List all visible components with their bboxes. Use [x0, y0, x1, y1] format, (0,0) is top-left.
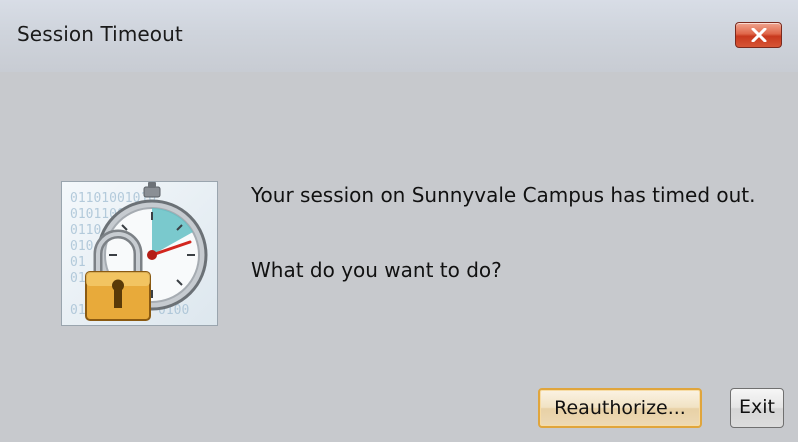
- close-icon: [751, 28, 767, 42]
- close-button[interactable]: [735, 22, 782, 48]
- title-bar[interactable]: Session Timeout: [0, 0, 798, 72]
- session-timeout-icon: 01101001010 01011001000 0110 010 01 01 0…: [61, 181, 218, 326]
- svg-text:01: 01: [70, 271, 86, 286]
- svg-text:0110: 0110: [70, 223, 101, 238]
- session-timeout-dialog: Session Timeout 01101001010 01011001000 …: [0, 0, 798, 442]
- window-title: Session Timeout: [17, 22, 183, 46]
- prompt-message: What do you want to do?: [251, 258, 502, 282]
- reauthorize-button[interactable]: Reauthorize...: [538, 388, 702, 428]
- svg-text:01: 01: [70, 255, 86, 270]
- svg-text:010: 010: [70, 239, 93, 254]
- exit-button[interactable]: Exit: [730, 388, 784, 428]
- timeout-message: Your session on Sunnyvale Campus has tim…: [251, 183, 756, 207]
